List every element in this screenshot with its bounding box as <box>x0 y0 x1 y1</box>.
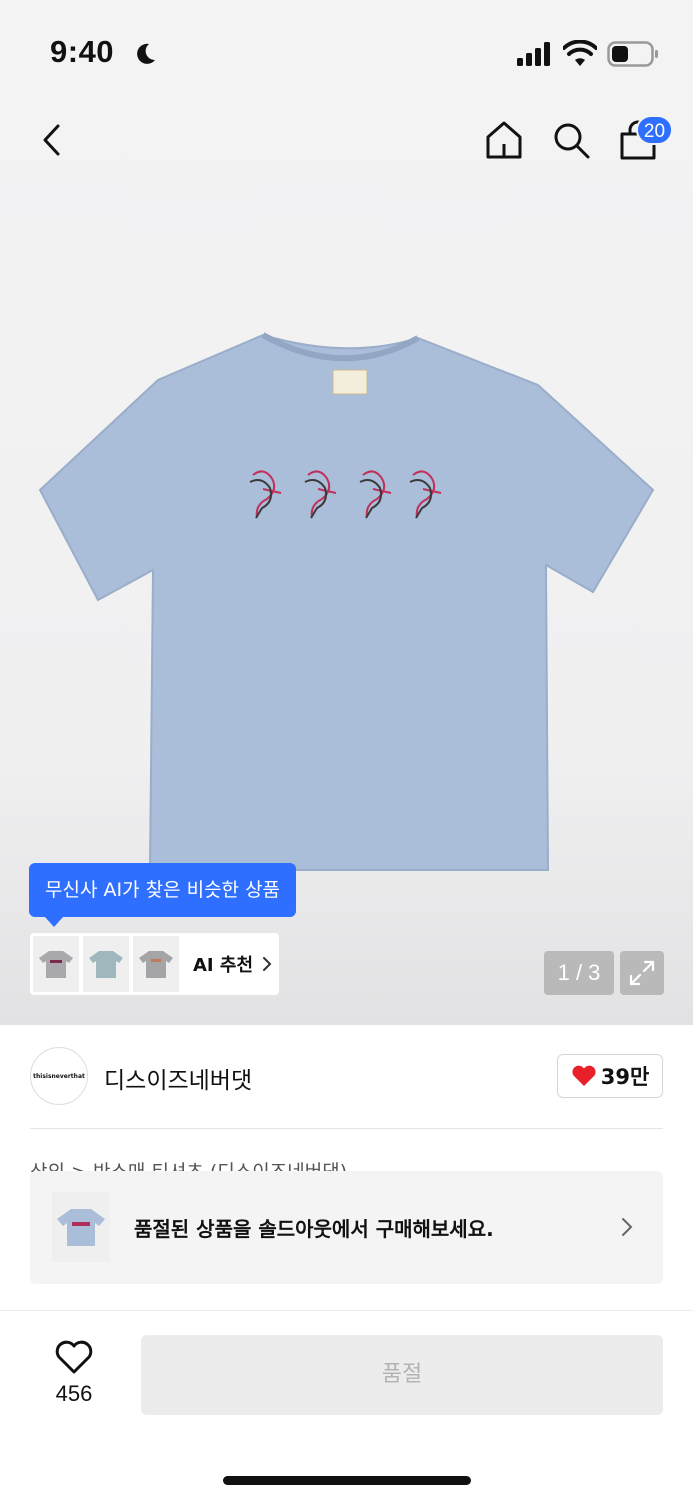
ai-recommend-label[interactable]: AI 추천 <box>193 951 253 977</box>
ai-thumbnail[interactable] <box>133 936 179 992</box>
brand-name[interactable]: 디스이즈네버댓 <box>104 1061 252 1095</box>
cart-count-badge: 20 <box>636 115 673 145</box>
product-category-text: 상의 > 반소매 티셔츠 (디스이즈네버댓) <box>30 1161 348 1172</box>
ai-similar-products-tooltip[interactable]: 무신사 AI가 찾은 비슷한 상품 <box>29 863 297 927</box>
expand-icon <box>629 960 655 986</box>
bottom-action-bar: 456 품절 <box>0 1310 693 1500</box>
moon-icon <box>137 43 155 64</box>
chevron-right-icon <box>263 957 272 971</box>
brand-like-button[interactable]: 39만 <box>557 1054 663 1098</box>
wifi-icon <box>563 40 597 66</box>
expand-image-button[interactable] <box>620 951 664 995</box>
brand-like-count: 39만 <box>600 1065 650 1089</box>
product-tshirt-image[interactable] <box>38 330 658 875</box>
status-bar: 9:40 <box>0 0 693 100</box>
soldout-banner-text: 품절된 상품을 솔드아웃에서 구매해보세요. <box>134 1217 494 1241</box>
ai-thumbnail[interactable] <box>83 936 129 992</box>
favorite-count: 456 <box>55 1381 93 1406</box>
status-time: 9:40 <box>50 34 115 69</box>
product-image-area[interactable]: 20 무신사 AI가 찾은 비슷한 상품 AI 추천 1 / 3 <box>0 100 693 1025</box>
brand-row[interactable]: thisisneverthat 디스이즈네버댓 39만 <box>0 1025 693 1130</box>
chevron-right-icon <box>622 1218 633 1236</box>
cellular-signal-icon <box>517 42 550 66</box>
heart-filled-icon <box>572 1065 596 1086</box>
ai-thumbnail[interactable] <box>33 936 79 992</box>
battery-icon <box>607 41 658 67</box>
soldout-thumbnail <box>52 1192 110 1262</box>
back-arrow-icon[interactable] <box>36 120 70 160</box>
heart-outline-icon[interactable] <box>54 1339 94 1375</box>
divider <box>30 1128 663 1129</box>
home-icon[interactable] <box>484 120 524 160</box>
ai-recommend-strip[interactable]: AI 추천 <box>30 933 279 995</box>
search-icon[interactable] <box>551 120 591 160</box>
brand-logo[interactable]: thisisneverthat <box>30 1047 88 1105</box>
home-indicator[interactable] <box>223 1476 471 1485</box>
soldout-banner[interactable]: 품절된 상품을 솔드아웃에서 구매해보세요. <box>30 1171 663 1284</box>
image-page-indicator: 1 / 3 <box>544 951 614 995</box>
soldout-button[interactable]: 품절 <box>141 1335 663 1415</box>
